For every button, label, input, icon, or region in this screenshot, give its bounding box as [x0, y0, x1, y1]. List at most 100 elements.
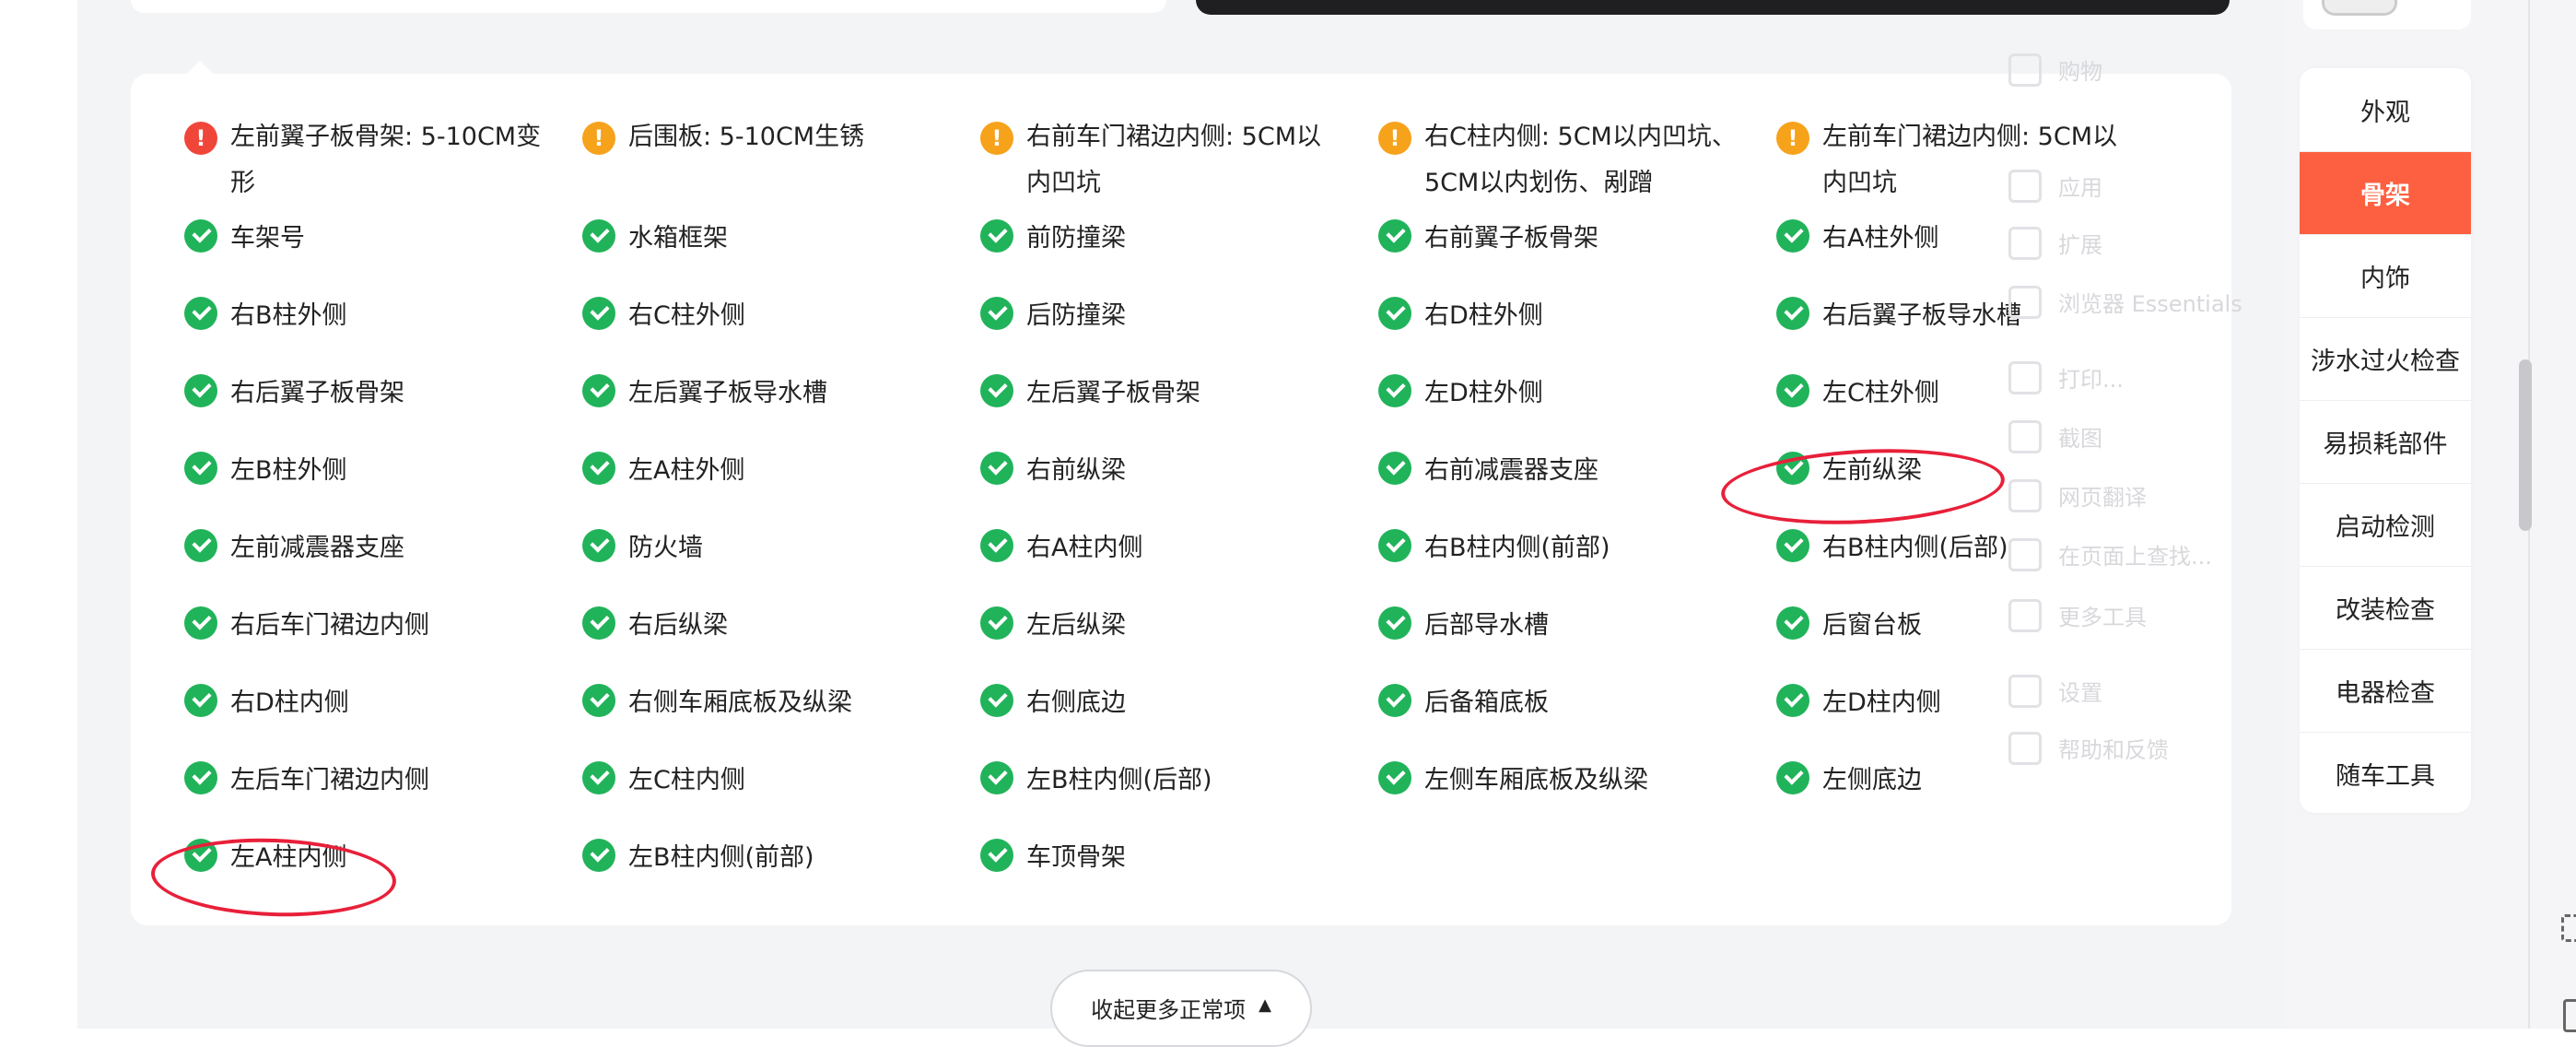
nav-item[interactable]: 启动检测: [2300, 483, 2471, 566]
inspection-item: 左B柱内侧(前部): [582, 835, 969, 881]
menu-item-icon: [2008, 538, 2042, 571]
collapse-button-label: 收起更多正常项: [1091, 997, 1247, 1023]
menu-item-icon: [2008, 732, 2042, 765]
inspection-item-label: 左C柱外侧: [1822, 379, 1939, 407]
screenshot-icon[interactable]: [2561, 914, 2576, 942]
inspection-item-label: 右侧车厢底板及纵梁: [628, 688, 852, 717]
nav-item[interactable]: 骨架: [2300, 151, 2471, 234]
inspection-item: 右C柱外侧: [582, 293, 969, 339]
inspection-item-label: 左D柱外侧: [1424, 379, 1543, 407]
inspection-item: 后防撞梁: [980, 293, 1367, 339]
error-icon: !: [184, 122, 217, 155]
nav-item[interactable]: 易损耗部件: [2300, 400, 2471, 483]
check-circle-icon: [980, 297, 1013, 330]
nav-item[interactable]: 外观: [2300, 68, 2471, 151]
inspection-item-label: 后部导水槽: [1424, 611, 1549, 640]
inspection-item: 前防撞梁: [980, 216, 1367, 262]
check-circle-icon: [1378, 374, 1411, 407]
collapse-normal-items-button[interactable]: 收起更多正常项 ▲: [1050, 970, 1312, 1047]
check-circle-icon: [1378, 761, 1411, 794]
phone-icon[interactable]: [2563, 999, 2576, 1032]
inspection-item-label: 水箱框架: [628, 224, 728, 253]
inspection-item: 右后纵梁: [582, 603, 969, 649]
inspection-item: 左后纵梁: [980, 603, 1367, 649]
check-circle-icon: [1776, 684, 1809, 717]
inspection-item: 右A柱内侧: [980, 525, 1367, 571]
check-circle-icon: [184, 761, 217, 794]
caret-up-icon: ▲: [1259, 995, 1271, 1015]
background-menu-item: 设置: [2058, 680, 2102, 706]
inspection-item-label: 左前减震器支座: [230, 534, 404, 562]
inspection-item: ! 后围板: 5-10CM生锈: [582, 114, 969, 160]
menu-item-icon: [2008, 170, 2042, 203]
check-circle-icon: [1776, 374, 1809, 407]
inspection-item-label: 右后翼子板骨架: [230, 379, 404, 407]
inspection-item-label: 右前减震器支座: [1424, 456, 1598, 485]
inspection-item: 车顶骨架: [980, 835, 1367, 881]
inspection-item: 左后车门裙边内侧: [184, 758, 571, 804]
warning-icon: !: [1378, 122, 1411, 155]
inspection-item: 右侧车厢底板及纵梁: [582, 680, 969, 726]
warning-icon: !: [980, 122, 1013, 155]
nav-item[interactable]: 内饰: [2300, 234, 2471, 317]
check-circle-icon: [980, 529, 1013, 562]
inspection-item-label: 右B柱外侧: [230, 301, 347, 330]
check-circle-icon: [582, 529, 615, 562]
toggle-switch[interactable]: [2322, 0, 2397, 16]
inspection-item: 右D柱外侧: [1378, 293, 1765, 339]
check-circle-icon: [1378, 684, 1411, 717]
inspection-item: 左B柱内侧(后部): [980, 758, 1367, 804]
check-circle-icon: [184, 839, 217, 872]
menu-item-icon: [2008, 227, 2042, 260]
inspection-item: 左D柱内侧: [1776, 680, 2163, 726]
check-circle-icon: [980, 761, 1013, 794]
inspection-panel: ! 左前翼子板骨架: 5-10CM变形! 后围板: 5-10CM生锈 ! 右前车门裙边内…: [131, 74, 2231, 925]
inspection-item-label: 右A柱外侧: [1822, 224, 1939, 253]
inspection-item: ! 右前车门裙边内侧: 5CM以内凹坑: [980, 114, 1367, 206]
check-circle-icon: [1776, 452, 1809, 485]
inspection-item: 防火墙: [582, 525, 969, 571]
inspection-item: 右后车门裙边内侧: [184, 603, 571, 649]
inspection-item: 车架号: [184, 216, 571, 262]
inspection-item-label: 左后纵梁: [1026, 611, 1126, 640]
inspection-item: 左B柱外侧: [184, 448, 571, 494]
inspection-item-label: 后围板: 5-10CM生锈: [628, 123, 865, 151]
inspection-item-label: 右C柱内侧: 5CM以内凹坑、5CM以内划伤、剐蹭: [1424, 123, 1737, 197]
check-circle-icon: [582, 219, 615, 253]
background-menu-item: 打印...: [2058, 367, 2124, 393]
check-circle-icon: [1378, 529, 1411, 562]
panel-pointer: [187, 61, 213, 74]
check-circle-icon: [980, 684, 1013, 717]
nav-item[interactable]: 改装检查: [2300, 566, 2471, 649]
inspection-item-label: 左后车门裙边内侧: [230, 766, 429, 794]
inspection-item-label: 左后翼子板骨架: [1026, 379, 1200, 407]
check-circle-icon: [1378, 297, 1411, 330]
inspection-item-label: 右B柱内侧(前部): [1424, 534, 1610, 562]
check-circle-icon: [1776, 529, 1809, 562]
inspection-item-label: 左C柱内侧: [628, 766, 745, 794]
nav-item[interactable]: 电器检查: [2300, 649, 2471, 732]
inspection-item: ! 左前车门裙边内侧: 5CM以内凹坑: [1776, 114, 2163, 206]
nav-item[interactable]: 随车工具: [2300, 732, 2471, 813]
inspection-item: 左A柱内侧: [184, 835, 571, 881]
photo-card-edge: [1196, 0, 2230, 15]
nav-item[interactable]: 涉水过火检查: [2300, 317, 2471, 400]
check-circle-icon: [1378, 452, 1411, 485]
inspection-item-label: 左前翼子板骨架: 5-10CM变形: [230, 123, 542, 197]
warning-icon: !: [582, 122, 615, 155]
inspection-item: 后备箱底板: [1378, 680, 1765, 726]
inspection-item: 右B柱内侧(前部): [1378, 525, 1765, 571]
check-circle-icon: [184, 374, 217, 407]
inspection-item-label: 右D柱内侧: [230, 688, 349, 717]
check-circle-icon: [582, 452, 615, 485]
inspection-item-label: 前防撞梁: [1026, 224, 1126, 253]
background-menu-item: 网页翻译: [2058, 485, 2147, 511]
inspection-item-label: 左后翼子板导水槽: [628, 379, 827, 407]
check-circle-icon: [1776, 219, 1809, 253]
check-circle-icon: [184, 297, 217, 330]
page-scrollbar[interactable]: [2519, 359, 2532, 531]
menu-item-icon: [2008, 361, 2042, 394]
inspection-grid: ! 左前翼子板骨架: 5-10CM变形! 后围板: 5-10CM生锈 ! 右前车门裙边内…: [131, 74, 2231, 925]
check-circle-icon: [980, 374, 1013, 407]
background-menu-item: 截图: [2058, 426, 2102, 452]
